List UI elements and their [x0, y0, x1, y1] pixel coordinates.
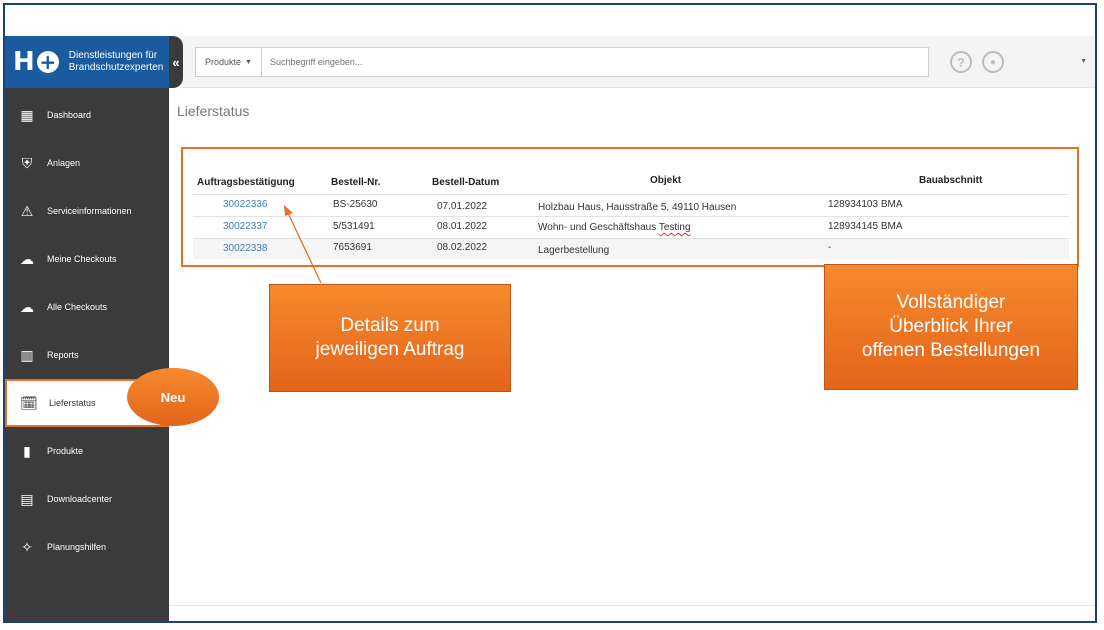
- new-badge: Neu: [127, 368, 219, 426]
- order-link[interactable]: 30022336: [223, 199, 268, 210]
- search-input[interactable]: [262, 48, 928, 76]
- compass-icon: ✧: [21, 538, 33, 555]
- sidebar-item-label: Produkte: [47, 446, 84, 456]
- column-header: Auftragsbestätigung: [197, 177, 295, 188]
- footer-divider: [169, 605, 1095, 606]
- row-divider: [193, 194, 1069, 195]
- order-link[interactable]: 30022337: [223, 221, 268, 232]
- sidebar-item-label: Meine Checkouts: [47, 254, 117, 264]
- overview-callout: Vollständiger Überblick Ihrer offenen Be…: [824, 264, 1078, 390]
- bar-chart-icon: ▥: [20, 346, 34, 363]
- sidebar-item-dashboard[interactable]: ▦ Dashboard: [5, 93, 169, 137]
- order-status-table: Auftragsbestätigung Bestell-Nr. Bestell-…: [181, 147, 1079, 267]
- sidebar-item-label: Serviceinformationen: [47, 206, 132, 216]
- calendar-clock-icon: 🗓: [20, 394, 38, 411]
- grid-icon: ▦: [20, 106, 34, 123]
- logo-mark: H +: [13, 47, 59, 77]
- barcode-icon: ▮: [23, 442, 31, 459]
- order-object: Lagerbestellung: [538, 245, 610, 256]
- callout-text: Überblick Ihrer: [889, 316, 1013, 337]
- column-header: Bestell-Datum: [432, 177, 500, 188]
- order-object-text: Wohn- und Geschäftshaus: [538, 222, 659, 233]
- callout-text: Details zum: [340, 315, 440, 336]
- sidebar-item-alle-checkouts[interactable]: ☁ Alle Checkouts: [5, 285, 169, 329]
- sidebar: ▦ Dashboard ⛨ Anlagen ⚠ Serviceinformati…: [5, 88, 169, 621]
- order-section: -: [828, 242, 832, 253]
- row-divider: [193, 238, 1069, 239]
- logo-tagline: Dienstleistungen für Brandschutzexperten: [68, 50, 164, 73]
- cloud-download-icon: ☁: [20, 250, 34, 267]
- sidebar-item-downloadcenter[interactable]: ▤ Downloadcenter: [5, 477, 169, 521]
- callout-text: jeweiligen Auftrag: [315, 339, 465, 360]
- order-date: 07.01.2022: [437, 201, 488, 212]
- order-object: Holzbau Haus, Hausstraße 5, 49110 Hausen: [538, 202, 737, 213]
- brand-logo[interactable]: H + Dienstleistungen für Brandschutzexper…: [5, 36, 169, 88]
- cloud-download-icon: ☁: [20, 298, 34, 315]
- row-background: [193, 238, 1069, 259]
- sidebar-item-label: Alle Checkouts: [47, 302, 108, 312]
- user-menu-chevron-icon[interactable]: ▼: [1080, 58, 1087, 65]
- column-header: Bestell-Nr.: [331, 177, 381, 188]
- order-section: 128934103 BMA: [828, 199, 903, 210]
- sidebar-item-label: Planungshilfen: [47, 542, 107, 552]
- collapse-sidebar-button[interactable]: «: [169, 36, 183, 88]
- row-divider: [193, 216, 1069, 217]
- sidebar-item-label: Downloadcenter: [47, 494, 113, 504]
- sidebar-item-label: Dashboard: [47, 110, 92, 120]
- page-title: Lieferstatus: [177, 103, 250, 119]
- order-number: 7653691: [333, 242, 372, 253]
- search-bar: Produkte ▼: [195, 47, 929, 77]
- sidebar-item-produkte[interactable]: ▮ Produkte: [5, 429, 169, 473]
- user-icon[interactable]: ●: [982, 51, 1004, 73]
- order-number: 5/531491: [333, 221, 375, 232]
- topbar: Produkte▼ ? ● ▼: [183, 36, 1095, 88]
- screenshot-frame: H + Dienstleistungen für Brandschutzexper…: [3, 3, 1097, 623]
- sidebar-item-reports[interactable]: ▥ Reports: [5, 333, 169, 377]
- sidebar-item-label: Reports: [47, 350, 79, 360]
- order-object: Wohn- und Geschäftshaus Testing: [538, 222, 691, 233]
- sidebar-item-meine-checkouts[interactable]: ☁ Meine Checkouts: [5, 237, 169, 281]
- sidebar-item-label: Anlagen: [47, 158, 81, 168]
- sidebar-item-label: Lieferstatus: [49, 398, 96, 408]
- callout-text: Vollständiger: [896, 292, 1006, 313]
- search-category-label: Produkte: [205, 57, 242, 67]
- sidebar-item-planungshilfen[interactable]: ✧ Planungshilfen: [5, 525, 169, 569]
- warning-icon: ⚠: [20, 202, 34, 219]
- callout-text: offenen Bestellungen: [861, 340, 1041, 361]
- details-callout: Details zum jeweiligen Auftrag: [269, 284, 511, 392]
- order-date: 08.01.2022: [437, 221, 488, 232]
- order-link[interactable]: 30022338: [223, 243, 268, 254]
- order-date: 08.02.2022: [437, 242, 488, 253]
- sidebar-item-serviceinformationen[interactable]: ⚠ Serviceinformationen: [5, 189, 169, 233]
- document-icon: ▤: [20, 490, 34, 507]
- shield-icon: ⛨: [21, 154, 33, 171]
- search-category-select[interactable]: Produkte ▼: [196, 48, 262, 76]
- order-object-misspelled: Testing: [658, 222, 691, 233]
- column-header: Objekt: [650, 175, 682, 186]
- chevron-down-icon: ▼: [245, 58, 252, 66]
- order-number: BS-25630: [333, 199, 378, 210]
- order-section: 128934145 BMA: [828, 221, 903, 232]
- logo-plus-icon: +: [36, 51, 59, 73]
- sidebar-item-anlagen[interactable]: ⛨ Anlagen: [5, 141, 169, 185]
- help-icon[interactable]: ?: [950, 51, 972, 73]
- column-header: Bauabschnitt: [919, 175, 983, 186]
